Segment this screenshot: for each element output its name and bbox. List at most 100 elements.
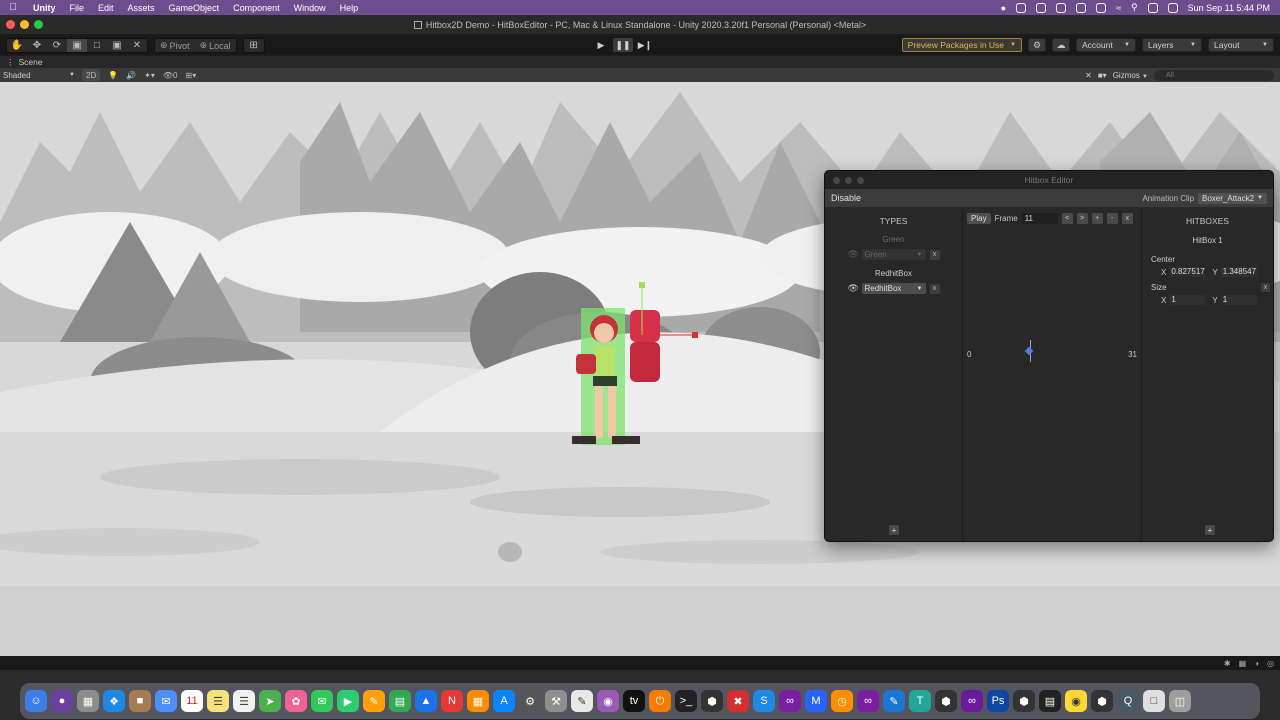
next-frame-button[interactable]: > [1076, 213, 1088, 224]
pause-button[interactable]: ❚❚ [613, 38, 633, 52]
reminders-icon[interactable]: ☰ [233, 690, 255, 712]
scene-search-input[interactable]: All [1154, 69, 1274, 81]
xcode-icon[interactable]: ⚒ [545, 690, 567, 712]
t-app-icon[interactable]: T [909, 690, 931, 712]
cache-icon[interactable]: ◎ [1267, 659, 1274, 668]
remove-frame-button[interactable]: - [1106, 213, 1118, 224]
disable-button[interactable]: Disable [831, 193, 861, 203]
effects-icon[interactable]: ✦▾ [140, 69, 159, 81]
zoom-window-icon[interactable] [34, 20, 43, 29]
safari-icon[interactable]: ❖ [103, 690, 125, 712]
scene-tab[interactable]: Scene [19, 57, 43, 67]
siri-icon[interactable] [1167, 2, 1178, 13]
clear-frame-button[interactable]: x [1121, 213, 1133, 224]
add-hitbox-button[interactable]: + [1205, 525, 1215, 535]
layout-dropdown[interactable]: Layout ▼ [1208, 38, 1274, 52]
visual-studio-code-icon[interactable]: ∞ [857, 690, 879, 712]
menu-file[interactable]: File [63, 3, 92, 13]
visibility-eye-icon[interactable]: 👁 [848, 283, 859, 294]
gizmos-dropdown[interactable]: Gizmos ▼ [1113, 71, 1148, 80]
hand-tool-icon[interactable]: ✋ [7, 39, 27, 52]
lighting-status-icon[interactable]: ◑ [1254, 659, 1259, 668]
mail-icon[interactable]: ✉ [155, 690, 177, 712]
grid-toggle-icon[interactable]: ⊞▾ [182, 69, 201, 81]
clock-app-icon[interactable]: ◷ [831, 690, 853, 712]
unity-hub-icon[interactable]: ⬢ [701, 690, 723, 712]
crossover-icon[interactable]: ✖ [727, 690, 749, 712]
local-toggle[interactable]: ⊕ Local [195, 39, 236, 52]
podcasts-icon[interactable]: ◉ [597, 690, 619, 712]
news-icon[interactable]: N [441, 690, 463, 712]
keynote-icon[interactable]: ▲ [415, 690, 437, 712]
quicktime-icon[interactable]: Q [1117, 690, 1139, 712]
account-dropdown[interactable]: Account ▼ [1076, 38, 1136, 52]
menu-edit[interactable]: Edit [91, 3, 121, 13]
unity-2-icon[interactable]: ⬢ [1013, 690, 1035, 712]
pencil-app-icon[interactable]: ✎ [883, 690, 905, 712]
cloud-icon[interactable]: ☁ [1052, 38, 1070, 52]
play-button[interactable]: ▶ [591, 38, 611, 52]
step-button[interactable]: ▶❙ [635, 38, 655, 52]
system-preferences-icon[interactable]: ⚙ [519, 690, 541, 712]
lighting-icon[interactable]: 💡 [104, 69, 122, 81]
trash-icon[interactable]: ◫ [1169, 690, 1191, 712]
terminal-icon[interactable]: >_ [675, 690, 697, 712]
grid-snap-icon[interactable]: ⊞ [244, 39, 264, 52]
collab-icon[interactable]: ⚙ [1028, 38, 1046, 52]
notes-icon[interactable]: ☰ [207, 690, 229, 712]
s-app-icon[interactable]: S [753, 690, 775, 712]
preview-packages-dropdown[interactable]: Preview Packages in Use ▼ [901, 38, 1022, 52]
status-app-icon[interactable] [1096, 2, 1107, 13]
frame-input[interactable]: 11 [1021, 213, 1058, 224]
custom-tool-icon[interactable]: ✕ [127, 39, 147, 52]
facetime-icon[interactable]: ▶ [337, 690, 359, 712]
menu-help[interactable]: Help [333, 3, 366, 13]
progress-icon[interactable]: ▦ [1239, 659, 1247, 668]
visibility-eye-icon[interactable]: 👁 [848, 249, 859, 260]
size-x-input[interactable]: 1 [1169, 295, 1206, 305]
pages-icon[interactable]: ✎ [363, 690, 385, 712]
chrome-icon[interactable]: ◉ [1065, 690, 1087, 712]
menu-assets[interactable]: Assets [121, 3, 162, 13]
scene-visibility-toggle[interactable]: 👁 0 [159, 69, 182, 81]
remove-type-button[interactable]: x [929, 283, 940, 294]
messages-icon[interactable]: ✉ [311, 690, 333, 712]
move-tool-icon[interactable]: ✥ [27, 39, 47, 52]
size-y-input[interactable]: 1 [1220, 295, 1257, 305]
unity-icon[interactable]: ⬢ [935, 690, 957, 712]
scale-tool-icon[interactable]: ▣ [67, 39, 87, 52]
2d-mode-toggle[interactable]: 2D [82, 69, 101, 81]
visual-studio-2-icon[interactable]: ∞ [961, 690, 983, 712]
animation-clip-dropdown[interactable]: Boxer_Attack2 ▼ [1198, 192, 1267, 204]
finder-icon[interactable]: ☺ [25, 690, 47, 712]
pivot-toggle[interactable]: ⊕ Pivot [155, 39, 195, 52]
remove-type-button[interactable]: x [929, 249, 940, 260]
type-select[interactable]: Green ▼ [861, 249, 926, 260]
center-y-input[interactable]: 1.348547 [1220, 267, 1257, 277]
camera-icon[interactable]: ■▾ [1098, 71, 1107, 80]
play-animation-button[interactable]: Play [967, 213, 991, 224]
unity-3-icon[interactable]: ⬢ [1091, 690, 1113, 712]
clock-text[interactable]: Sun Sep 11 5:44 PM [1188, 3, 1270, 13]
photoshop-icon[interactable]: Ps [987, 690, 1009, 712]
audio-icon[interactable]: 🔊 [122, 69, 140, 81]
apple-menu-icon[interactable]:  [0, 2, 26, 13]
photos-icon[interactable]: ✿ [285, 690, 307, 712]
search-icon[interactable]: ⚲ [1131, 2, 1138, 13]
contacts-icon[interactable]: ■ [129, 690, 151, 712]
menu-component[interactable]: Component [226, 3, 287, 13]
type-select[interactable]: RedhitBox ▼ [861, 283, 926, 294]
apple-tv-icon[interactable]: tv [623, 690, 645, 712]
siri-dock-icon[interactable]: ● [51, 690, 73, 712]
menu-window[interactable]: Window [287, 3, 333, 13]
layers-dropdown[interactable]: Layers ▼ [1142, 38, 1202, 52]
bug-icon[interactable]: ✱ [1224, 659, 1231, 668]
status-app-icon[interactable] [1076, 2, 1087, 13]
activity-monitor-icon[interactable]: ▤ [1039, 690, 1061, 712]
visual-studio-icon[interactable]: ∞ [779, 690, 801, 712]
prev-frame-button[interactable]: < [1061, 213, 1073, 224]
frame-timeline[interactable]: 0 31 [967, 340, 1137, 366]
center-x-input[interactable]: 0.827517 [1169, 267, 1206, 277]
rotate-tool-icon[interactable]: ⟳ [47, 39, 67, 52]
transform-tool-icon[interactable]: ▣ [107, 39, 127, 52]
